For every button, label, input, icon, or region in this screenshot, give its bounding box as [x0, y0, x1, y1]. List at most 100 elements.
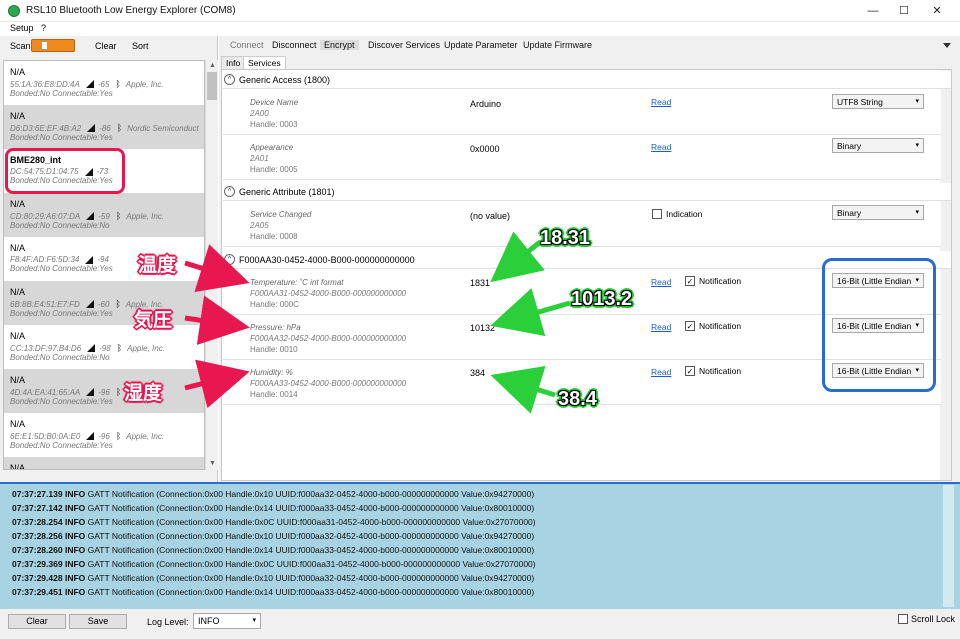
format-select[interactable]: Binary ▾: [832, 205, 924, 220]
char-uuid: F000AA31-0452-4000-B000-000000000000: [250, 289, 407, 298]
scroll-down-icon[interactable]: ▼: [206, 458, 219, 470]
menu-setup[interactable]: Setup: [10, 23, 34, 33]
device-address: CD:80:29:A6:07:DA: [10, 211, 81, 221]
clear-devices-button[interactable]: Clear: [95, 41, 117, 51]
log-time: 07:37:28.260: [12, 545, 63, 555]
service-title: F000AA30-0452-4000-B000-000000000000: [239, 254, 415, 265]
char-uuid: F000AA33-0452-4000-B000-000000000000: [250, 379, 407, 388]
device-status: Bonded:No Connectable:No: [10, 353, 110, 362]
log-level: INFO: [64, 531, 86, 541]
log-scrollbar[interactable]: [943, 485, 954, 607]
log-line: 07:37:29.428 INFO GATT Notification (Con…: [12, 573, 534, 583]
disconnect-button[interactable]: Disconnect: [268, 40, 321, 50]
highlight-box-device: [5, 148, 125, 194]
notification-checkbox[interactable]: ✓: [685, 366, 695, 376]
log-message: GATT Notification (Connection:0x00 Handl…: [87, 559, 536, 569]
read-link[interactable]: Read: [651, 142, 671, 152]
device-list-scrollbar[interactable]: ▲ ▼: [205, 60, 218, 470]
format-select[interactable]: UTF8 String ▾: [832, 94, 924, 109]
notification-checkbox[interactable]: ✓: [685, 321, 695, 331]
services-scrollbar[interactable]: [940, 70, 951, 480]
log-time: 07:37:29.451: [12, 587, 63, 597]
device-name: N/A: [10, 287, 26, 297]
list-item[interactable]: N/A: [4, 457, 204, 469]
bottom-bar: [0, 609, 960, 639]
list-item[interactable]: N/A CC:13:DF:97:B4:D6 -98 ᛒ Apple, Inc. Bonde…: [4, 325, 204, 369]
device-name: N/A: [10, 67, 26, 77]
char-uuid: F000AA32-0452-4000-B000-000000000000: [250, 334, 407, 343]
list-item[interactable]: N/A 6B:8B:E4:51:E7:FD -60 ᛒ Apple, Inc. Bonde…: [4, 281, 204, 325]
update-parameter-button[interactable]: Update Parameter: [440, 40, 522, 50]
log-line: 07:37:28.254 INFO GATT Notification (Con…: [12, 517, 536, 527]
annotation-humidity: 湿度: [124, 382, 163, 404]
device-rssi: -96: [98, 431, 110, 441]
list-item[interactable]: N/A 4D:4A:EA:41:65:AA -96 ᛒ Apple, Inc. Bonde…: [4, 369, 204, 413]
log-line: 07:37:29.451 INFO GATT Notification (Con…: [12, 587, 534, 597]
format-select[interactable]: Binary ▾: [832, 138, 924, 153]
log-line: 07:37:28.260 INFO GATT Notification (Con…: [12, 545, 534, 555]
device-vendor: Nordic Semiconduct: [127, 123, 199, 133]
read-link[interactable]: Read: [651, 277, 671, 287]
minimize-button[interactable]: —: [858, 0, 888, 22]
signal-icon: [86, 432, 95, 440]
collapse-icon[interactable]: ^: [224, 74, 235, 85]
device-rssi: -94: [97, 255, 109, 264]
list-item[interactable]: N/A 6E:E1:5D:B0:0A:E0 -96 ᛒ Apple, Inc. Bonde…: [4, 413, 204, 457]
update-firmware-button[interactable]: Update Firmware: [519, 40, 596, 50]
save-log-button[interactable]: Save: [69, 614, 127, 629]
char-handle: Handle: 0014: [250, 390, 298, 399]
char-row-appearance: Appearance 2A01 Handle: 0005 0x0000 Read…: [223, 135, 941, 180]
read-link[interactable]: Read: [651, 97, 671, 107]
indication-checkbox[interactable]: [652, 209, 662, 219]
service-generic-access-header[interactable]: ^ Generic Access (1800): [223, 71, 951, 89]
chevron-down-icon: ▾: [915, 209, 919, 216]
log-line: 07:37:27.142 INFO GATT Notification (Con…: [12, 503, 534, 513]
list-item[interactable]: N/A D6:D3:6E:EF:4B:A2 -86 ᛒ Nordic Semicondu…: [4, 105, 204, 149]
notification-checkbox[interactable]: ✓: [685, 276, 695, 286]
char-name: Temperature: ˚C int format: [250, 278, 344, 287]
menu-help[interactable]: ?: [41, 23, 46, 33]
sort-button[interactable]: Sort: [132, 41, 149, 51]
close-button[interactable]: ✕: [922, 0, 952, 22]
scroll-lock[interactable]: Scroll Lock: [898, 614, 955, 624]
device-name: N/A: [10, 331, 26, 341]
log-level: INFO: [64, 503, 86, 513]
annotation-humidity-value: 38.4: [558, 388, 597, 410]
device-rssi: -86: [99, 123, 111, 133]
scroll-lock-checkbox[interactable]: [898, 614, 908, 624]
device-address: D6:D3:6E:EF:4B:A2: [10, 123, 82, 133]
read-link[interactable]: Read: [651, 367, 671, 377]
read-link[interactable]: Read: [651, 322, 671, 332]
log-message: GATT Notification (Connection:0x00 Handl…: [87, 517, 536, 527]
list-item[interactable]: N/A 55:1A:36:E8:DD:4A -65 ᛒ Apple, Inc. Bonde…: [4, 61, 204, 105]
device-name: N/A: [10, 375, 26, 385]
device-address: 6B:8B:E4:51:E7:FD: [10, 299, 80, 309]
log-time: 07:37:27.139: [12, 489, 63, 499]
char-value: (no value): [470, 211, 511, 221]
collapse-icon[interactable]: ^: [224, 186, 235, 197]
device-name: N/A: [10, 111, 26, 121]
log-panel[interactable]: 07:37:27.139 INFO GATT Notification (Con…: [0, 482, 960, 609]
tab-services[interactable]: Services: [243, 56, 286, 69]
device-info: 6E:E1:5D:B0:0A:E0 -96 ᛒ Apple, Inc.: [10, 431, 200, 441]
service-title: Generic Attribute (1801): [239, 186, 335, 197]
maximize-button[interactable]: ☐: [889, 0, 919, 22]
list-item[interactable]: N/A CD:80:29:A6:07:DA -59 ᛒ Apple, Inc. Bonde…: [4, 193, 204, 237]
signal-icon: [85, 300, 94, 308]
connect-button[interactable]: Connect: [226, 40, 268, 50]
log-level: INFO: [64, 559, 86, 569]
encrypt-button[interactable]: Encrypt: [320, 40, 359, 50]
device-list-scroll-thumb[interactable]: [207, 72, 217, 100]
scan-toggle[interactable]: [31, 39, 75, 52]
char-name: Service Changed: [250, 210, 312, 219]
service-generic-attribute-header[interactable]: ^ Generic Attribute (1801): [223, 183, 951, 201]
signal-icon: [85, 255, 94, 264]
log-level-select[interactable]: INFO ▾: [193, 613, 261, 629]
collapse-icon[interactable]: ^: [224, 254, 235, 265]
discover-services-button[interactable]: Discover Services: [364, 40, 444, 50]
tab-info[interactable]: Info: [221, 56, 246, 69]
clear-log-button[interactable]: Clear: [8, 614, 66, 629]
tab-dropdown-icon[interactable]: [943, 43, 951, 48]
scroll-up-icon[interactable]: ▲: [206, 60, 219, 72]
device-status: Bonded:No Connectable:Yes: [10, 441, 113, 450]
